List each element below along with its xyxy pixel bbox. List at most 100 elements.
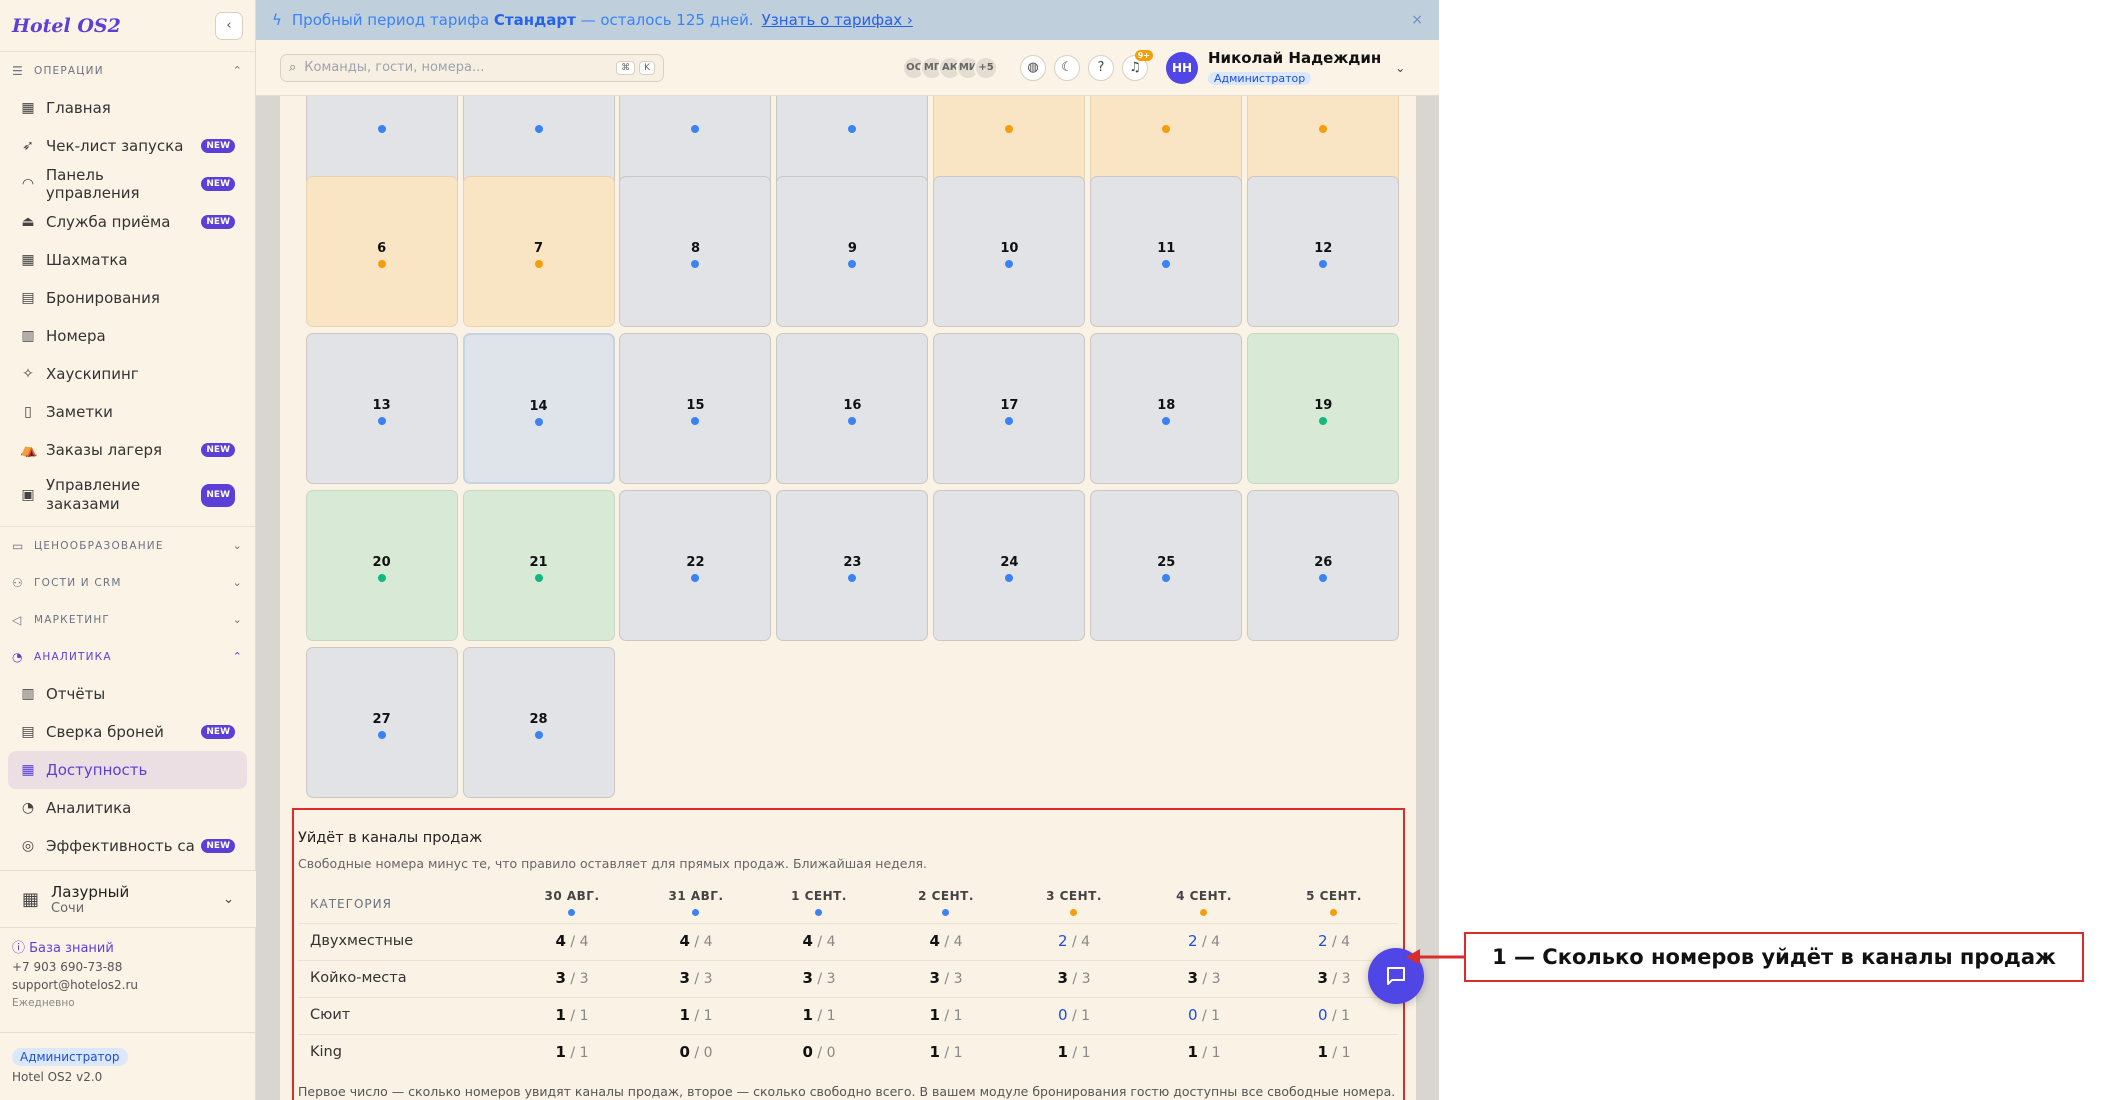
availability-cell: 0 / 1: [1274, 1006, 1394, 1024]
hotel-selector[interactable]: ▦ Лазурный Сочи ⌄: [0, 870, 256, 928]
column-status-dot: [1070, 909, 1077, 916]
collapse-sidebar-button[interactable]: ‹: [215, 11, 243, 40]
date-column-header: 3 СЕНТ.: [1046, 889, 1102, 903]
availability-cell: 1 / 1: [512, 1043, 632, 1061]
category-label: King: [310, 1044, 342, 1060]
analytics-item-2[interactable]: ▦ Доступность: [8, 751, 247, 789]
calendar-day[interactable]: 28: [462, 647, 615, 798]
analytics-item-4[interactable]: ◎ Эффективность сайта NEW: [8, 827, 247, 865]
calendar-day[interactable]: 10: [933, 176, 1086, 327]
free-count: 4: [826, 934, 836, 950]
help-button[interactable]: ?: [1088, 54, 1114, 81]
section-pricing[interactable]: ▭ ЦЕНООБРАЗОВАНИЕ ⌄: [0, 527, 255, 564]
column-status-dot: [1200, 909, 1207, 916]
calendar-day[interactable]: 14: [462, 333, 615, 484]
calendar-day[interactable]: 27: [305, 647, 458, 798]
section-operations[interactable]: ☰ ОПЕРАЦИИ ⌃: [0, 52, 255, 89]
availability-dot: [534, 731, 543, 739]
ops-item-3[interactable]: ⏏ Служба приёма NEW: [8, 203, 247, 241]
section-guests[interactable]: ⚇ ГОСТИ И CRM ⌄: [0, 564, 255, 601]
availability-dot: [1319, 260, 1328, 268]
theme-palette-button[interactable]: ◍: [1020, 54, 1046, 81]
ops-item-4[interactable]: ▦ Шахматка: [8, 241, 247, 279]
calendar-day[interactable]: 13: [305, 333, 458, 484]
separator: /: [812, 934, 827, 950]
support-email[interactable]: support@hotelos2.ru: [12, 976, 138, 994]
calendar-day[interactable]: 7: [462, 176, 615, 327]
availability-dot: [377, 260, 386, 268]
channel-count: 1: [1057, 1043, 1068, 1061]
sidebar-item-label: Хаускипинг: [46, 365, 139, 383]
calendar-day[interactable]: 6: [305, 176, 458, 327]
top-header: ⌕ Команды, гости, номера... ⌘ K ОС МГ АК МИ +…: [256, 40, 1439, 96]
availability-cell: 4 / 4: [512, 932, 632, 950]
support-phone[interactable]: +7 903 690-73-88: [12, 958, 138, 976]
calendar-day[interactable]: 20: [305, 490, 458, 641]
avatar: НН: [1166, 51, 1198, 84]
day-number: 25: [1157, 555, 1176, 570]
ops-item-6[interactable]: ▥ Номера: [8, 317, 247, 355]
channel-count: 1: [802, 1006, 813, 1024]
ops-item-2[interactable]: ◠ Панель управления NEW: [8, 165, 247, 203]
calendar-day[interactable]: 15: [619, 333, 772, 484]
ops-item-0[interactable]: ▦ Главная: [8, 89, 247, 127]
sidebar-item-label: Служба приёма: [46, 213, 171, 231]
pricing-link[interactable]: Узнать о тарифах ›: [762, 11, 913, 29]
free-count: 3: [1341, 971, 1351, 987]
ops-item-8[interactable]: ▯ Заметки: [8, 393, 247, 431]
sales-channels-section: Уйдёт в каналы продаж Свободные номера м…: [292, 808, 1405, 1100]
user-name: Николай Надеждин: [1208, 49, 1382, 67]
calendar-day[interactable]: 23: [776, 490, 929, 641]
day-number: 17: [1000, 398, 1019, 413]
availability-dot: [848, 260, 857, 268]
day-number: 23: [843, 555, 862, 570]
user-avatar[interactable]: +5: [974, 55, 998, 80]
user-menu[interactable]: НН Николай Надеждин Администратор ⌄: [1166, 49, 1405, 86]
notifications-button[interactable]: ♫ 9+: [1122, 49, 1153, 81]
ops-item-1[interactable]: ➶ Чек-лист запуска NEW: [8, 127, 247, 165]
channel-count: 2: [1317, 932, 1328, 950]
calendar-day[interactable]: 18: [1090, 333, 1243, 484]
calendar-day[interactable]: 8: [619, 176, 772, 327]
channel-count: 3: [1317, 969, 1328, 987]
ops-item-10[interactable]: ▣ Управление заказами NEW: [8, 469, 247, 521]
search-input[interactable]: ⌕ Команды, гости, номера... ⌘ K: [280, 53, 664, 82]
ops-item-9[interactable]: ⛺ Заказы лагеря NEW: [8, 431, 247, 469]
calendar-day[interactable]: 16: [776, 333, 929, 484]
knowledge-base-link[interactable]: ⓘ База знаний: [12, 940, 138, 958]
ops-item-5[interactable]: ▤ Бронирования: [8, 279, 247, 317]
availability-cell: 3 / 3: [1014, 969, 1134, 987]
kbd-k: K: [639, 60, 655, 75]
row-divider: [298, 1034, 1398, 1035]
analytics-item-1[interactable]: ▤ Сверка броней NEW: [8, 713, 247, 751]
analytics-item-3[interactable]: ◔ Аналитика: [8, 789, 247, 827]
calendar-day[interactable]: 9: [776, 176, 929, 327]
availability-dot: [691, 574, 700, 582]
calendar-day[interactable]: 26: [1247, 490, 1400, 641]
online-users[interactable]: ОС МГ АК МИ +5: [902, 55, 998, 80]
separator: /: [689, 1008, 704, 1024]
dark-mode-button[interactable]: ☾: [1054, 54, 1080, 81]
analytics-item-0[interactable]: ▥ Отчёты: [8, 675, 247, 713]
free-count: 4: [953, 934, 963, 950]
support-block: ⓘ База знаний +7 903 690-73-88 support@h…: [12, 940, 138, 1012]
close-icon[interactable]: ×: [1411, 12, 1423, 28]
channel-count: 3: [929, 969, 940, 987]
calendar-day[interactable]: 19: [1247, 333, 1400, 484]
section-marketing[interactable]: ◁ МАРКЕТИНГ ⌄: [0, 601, 255, 638]
calendar-day[interactable]: 22: [619, 490, 772, 641]
calendar-day[interactable]: 25: [1090, 490, 1243, 641]
availability-dot: [1005, 574, 1014, 582]
kb-label: База знаний: [29, 941, 114, 956]
calendar-day[interactable]: 12: [1247, 176, 1400, 327]
calendar-day[interactable]: 11: [1090, 176, 1243, 327]
calendar-day[interactable]: 17: [933, 333, 1086, 484]
availability-dot: [1162, 125, 1171, 133]
chevron-down-icon: ⌄: [1395, 60, 1406, 75]
section-analytics[interactable]: ◔ АНАЛИТИКА ⌃: [0, 638, 255, 675]
calendar-day[interactable]: 21: [462, 490, 615, 641]
channel-count: 1: [1317, 1043, 1328, 1061]
section-label: ЦЕНООБРАЗОВАНИЕ: [34, 539, 164, 552]
ops-item-7[interactable]: ✧ Хаускипинг: [8, 355, 247, 393]
calendar-day[interactable]: 24: [933, 490, 1086, 641]
